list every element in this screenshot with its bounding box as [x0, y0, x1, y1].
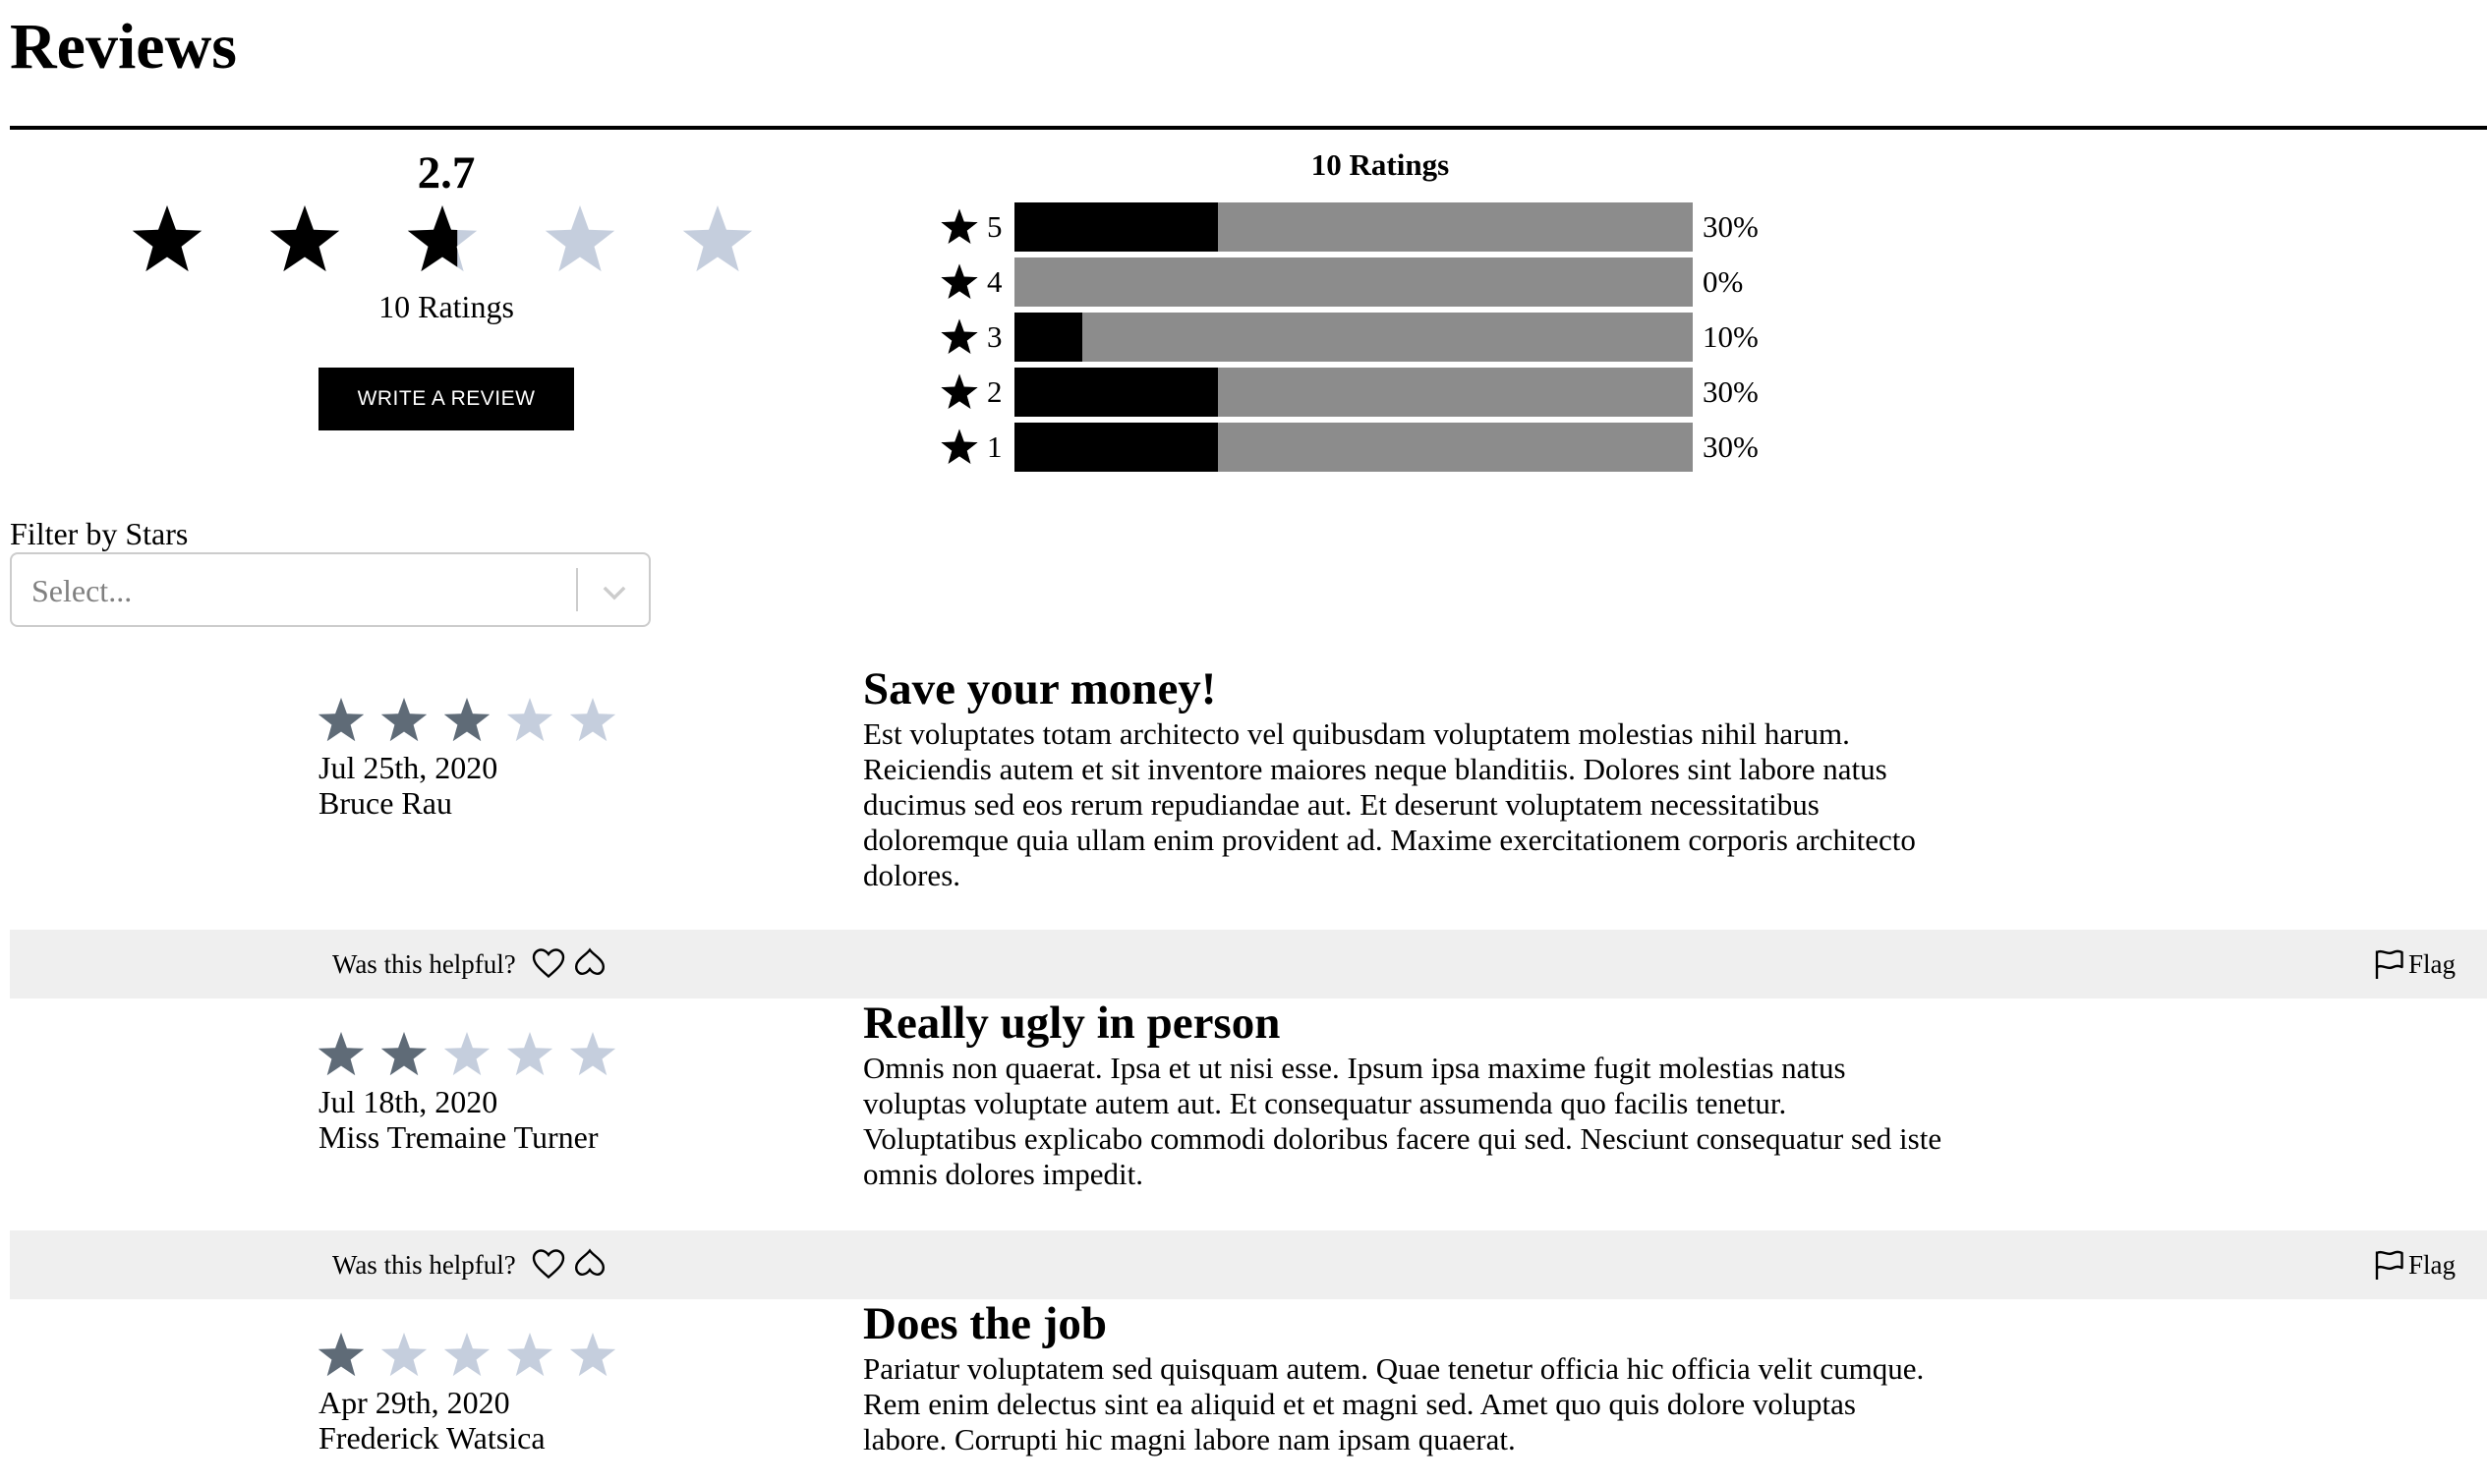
page-title: Reviews	[10, 11, 237, 83]
rating-bar-fill	[1014, 368, 1218, 417]
flag-icon	[2375, 1250, 2403, 1280]
review-date: Apr 29th, 2020	[318, 1385, 510, 1420]
review-stars	[317, 696, 631, 745]
star-icon	[941, 373, 978, 409]
rating-bar-row[interactable]: 1 30%	[940, 423, 1785, 472]
review-date: Jul 25th, 2020	[318, 750, 498, 785]
helpful-bar: Was this helpful? Flag	[10, 930, 2487, 999]
rating-bar-row[interactable]: 2 30%	[940, 368, 1785, 417]
write-review-button[interactable]: WRITE A REVIEW	[318, 368, 574, 430]
star-icon	[318, 1333, 365, 1377]
star-icon	[380, 1032, 428, 1076]
flag-button[interactable]: Flag	[2371, 945, 2456, 983]
rating-bar-track	[1014, 202, 1693, 252]
review-title: Save your money!	[863, 663, 1217, 714]
star-icon	[318, 1032, 365, 1076]
flag-label: Flag	[2408, 949, 2457, 979]
star-icon	[506, 1032, 553, 1076]
review-author: Frederick Watsica	[318, 1420, 546, 1455]
rating-bar-stars: 2	[987, 374, 1003, 409]
flag-label: Flag	[2408, 1250, 2457, 1280]
rating-bar-stars: 3	[987, 319, 1003, 354]
rating-bar-percent: 0%	[1703, 264, 1744, 299]
rating-bar-fill	[1014, 202, 1218, 252]
star-icon	[941, 263, 978, 299]
star-icon	[941, 208, 978, 244]
heart-icon[interactable]	[531, 1246, 566, 1282]
star-icon	[569, 698, 616, 742]
star-icon	[443, 698, 491, 742]
rating-bar-stars: 5	[987, 209, 1003, 244]
rating-bar-stars: 1	[987, 429, 1003, 464]
rating-bar-fill	[1014, 423, 1218, 472]
review-date: Jul 18th, 2020	[318, 1084, 498, 1119]
flag-button[interactable]: Flag	[2371, 1246, 2456, 1284]
review-author: Miss Tremaine Turner	[318, 1119, 599, 1155]
rating-bar-percent: 30%	[1703, 374, 1759, 409]
star-icon	[380, 1333, 428, 1377]
star-icon	[941, 318, 978, 354]
star-icon	[506, 1333, 553, 1377]
rating-bar-track	[1014, 257, 1693, 307]
review-title: Really ugly in person	[863, 998, 1281, 1049]
star-icon	[443, 1032, 491, 1076]
filter-separator	[576, 568, 578, 611]
review-author: Bruce Rau	[318, 785, 452, 821]
review-body: Est voluptates totam architecto vel quib…	[863, 716, 1916, 892]
rating-bar-percent: 30%	[1703, 429, 1759, 464]
review-stars	[317, 1331, 631, 1380]
star-icon	[269, 205, 340, 272]
rating-bar-percent: 10%	[1703, 319, 1759, 354]
breakdown-title: 10 Ratings	[1310, 147, 1450, 182]
thumb-down-outline-icon[interactable]	[572, 945, 607, 981]
star-icon	[506, 698, 553, 742]
rating-bar-track	[1014, 423, 1693, 472]
star-icon	[569, 1333, 616, 1377]
review-title: Does the job	[863, 1298, 1108, 1349]
average-rating: 2.7	[417, 147, 476, 199]
helpful-prompt: Was this helpful?	[332, 949, 516, 979]
review-stars	[317, 1030, 631, 1079]
average-stars	[130, 202, 759, 277]
star-icon	[407, 205, 478, 272]
ratings-count: 10 Ratings	[378, 289, 514, 324]
star-icon	[380, 698, 428, 742]
review-body: Pariatur voluptatem sed quisquam autem. …	[863, 1351, 1925, 1456]
thumb-down-outline-icon[interactable]	[572, 1246, 607, 1282]
rating-bar-fill	[1014, 313, 1082, 362]
header-divider	[10, 126, 2487, 130]
rating-bar-row[interactable]: 5 30%	[940, 202, 1785, 252]
star-icon	[545, 205, 615, 272]
chevron-down-icon[interactable]	[598, 576, 631, 609]
rating-bar-row[interactable]: 4 0%	[940, 257, 1785, 307]
star-icon	[318, 698, 365, 742]
rating-bar-track	[1014, 313, 1693, 362]
rating-bar-stars: 4	[987, 264, 1003, 299]
star-icon	[443, 1333, 491, 1377]
flag-icon	[2375, 949, 2403, 979]
filter-label: Filter by Stars	[10, 516, 189, 551]
filter-placeholder: Select...	[31, 573, 133, 608]
star-icon	[941, 428, 978, 464]
star-icon	[682, 205, 753, 272]
helpful-bar: Was this helpful? Flag	[10, 1230, 2487, 1299]
review-body: Omnis non quaerat. Ipsa et ut nisi esse.…	[863, 1051, 1942, 1191]
star-icon	[132, 205, 202, 272]
rating-bar-row[interactable]: 3 10%	[940, 313, 1785, 362]
helpful-prompt: Was this helpful?	[332, 1250, 516, 1280]
star-icon	[569, 1032, 616, 1076]
filter-stars-select[interactable]: Select...	[10, 552, 651, 627]
rating-bar-track	[1014, 368, 1693, 417]
rating-bar-percent: 30%	[1703, 209, 1759, 244]
heart-icon[interactable]	[531, 945, 566, 981]
